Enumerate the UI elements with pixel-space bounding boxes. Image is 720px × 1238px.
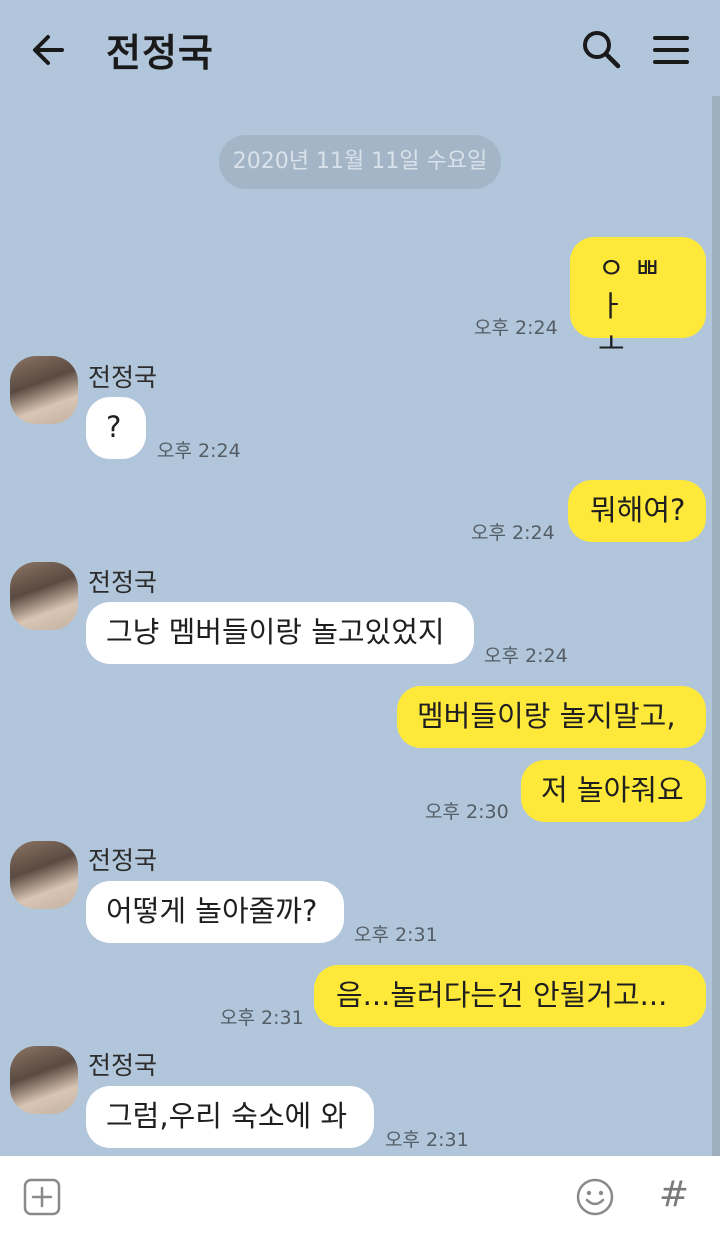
message-time: 오후 2:31 bbox=[220, 1007, 304, 1029]
my-message-bubble[interactable]: ㅇ ㅃ ㅏ ㅗ bbox=[570, 237, 706, 361]
my-message-bubble[interactable]: 저 놀아줘요 bbox=[521, 760, 706, 822]
menu-button[interactable] bbox=[650, 30, 692, 70]
attach-button[interactable] bbox=[22, 1178, 62, 1216]
message-text: 음...놀러다는건 안될거고... bbox=[336, 978, 668, 1012]
search-button[interactable] bbox=[580, 28, 622, 70]
my-message-bubble[interactable]: 멤버들이랑 놀지말고, bbox=[397, 686, 706, 748]
message-text: 멤버들이랑 놀지말고, bbox=[417, 699, 676, 733]
avatar[interactable] bbox=[10, 356, 78, 424]
arrow-left-icon bbox=[33, 35, 64, 65]
search-icon bbox=[583, 31, 621, 69]
date-divider: 2020년 11월 11일 수요일 bbox=[219, 135, 501, 189]
plus-square-icon bbox=[23, 1178, 61, 1216]
message-text: ㅗ bbox=[598, 327, 625, 361]
avatar[interactable] bbox=[10, 562, 78, 630]
sender-name: 전정국 bbox=[88, 846, 158, 875]
message-text: ? bbox=[106, 410, 122, 444]
message-text: 그냥 멤버들이랑 놀고있었지 bbox=[106, 615, 445, 649]
avatar[interactable] bbox=[10, 1046, 78, 1114]
hashtag-button[interactable]: # bbox=[654, 1172, 694, 1218]
sender-name: 전정국 bbox=[88, 363, 158, 392]
message-text: 뭐해여? bbox=[590, 493, 686, 527]
received-message-bubble[interactable]: 그럼,우리 숙소에 와 bbox=[86, 1086, 374, 1148]
message-time: 오후 2:31 bbox=[385, 1129, 469, 1151]
chat-header: 전정국 bbox=[0, 0, 720, 96]
message-time: 오후 2:24 bbox=[157, 440, 241, 462]
message-text: ㅇ ㅃ ㅏ bbox=[598, 251, 661, 323]
emoji-button[interactable] bbox=[574, 1176, 616, 1218]
message-time: 오후 2:30 bbox=[425, 801, 509, 823]
hamburger-menu-icon bbox=[653, 36, 689, 64]
back-button[interactable] bbox=[28, 30, 72, 70]
message-text: 저 놀아줘요 bbox=[541, 773, 684, 807]
message-time: 오후 2:24 bbox=[471, 522, 555, 544]
message-time: 오후 2:31 bbox=[354, 924, 438, 946]
scrollbar[interactable] bbox=[712, 96, 720, 1156]
received-message-bubble[interactable]: 어떻게 놀아줄까? bbox=[86, 881, 344, 943]
chat-title: 전정국 bbox=[106, 31, 214, 75]
sender-name: 전정국 bbox=[88, 568, 158, 597]
smiley-icon bbox=[576, 1178, 614, 1216]
received-message-bubble[interactable]: ? bbox=[86, 397, 146, 459]
message-text: 그럼,우리 숙소에 와 bbox=[106, 1099, 348, 1133]
received-message-bubble[interactable]: 그냥 멤버들이랑 놀고있었지 bbox=[86, 602, 474, 664]
input-bar[interactable]: # bbox=[0, 1156, 720, 1238]
avatar[interactable] bbox=[10, 841, 78, 909]
my-message-bubble[interactable]: 음...놀러다는건 안될거고... bbox=[314, 965, 706, 1027]
message-time: 오후 2:24 bbox=[474, 317, 558, 339]
sender-name: 전정국 bbox=[88, 1051, 158, 1080]
my-message-bubble[interactable]: 뭐해여? bbox=[568, 480, 706, 542]
message-text: 어떻게 놀아줄까? bbox=[106, 894, 318, 928]
message-time: 오후 2:24 bbox=[484, 645, 568, 667]
